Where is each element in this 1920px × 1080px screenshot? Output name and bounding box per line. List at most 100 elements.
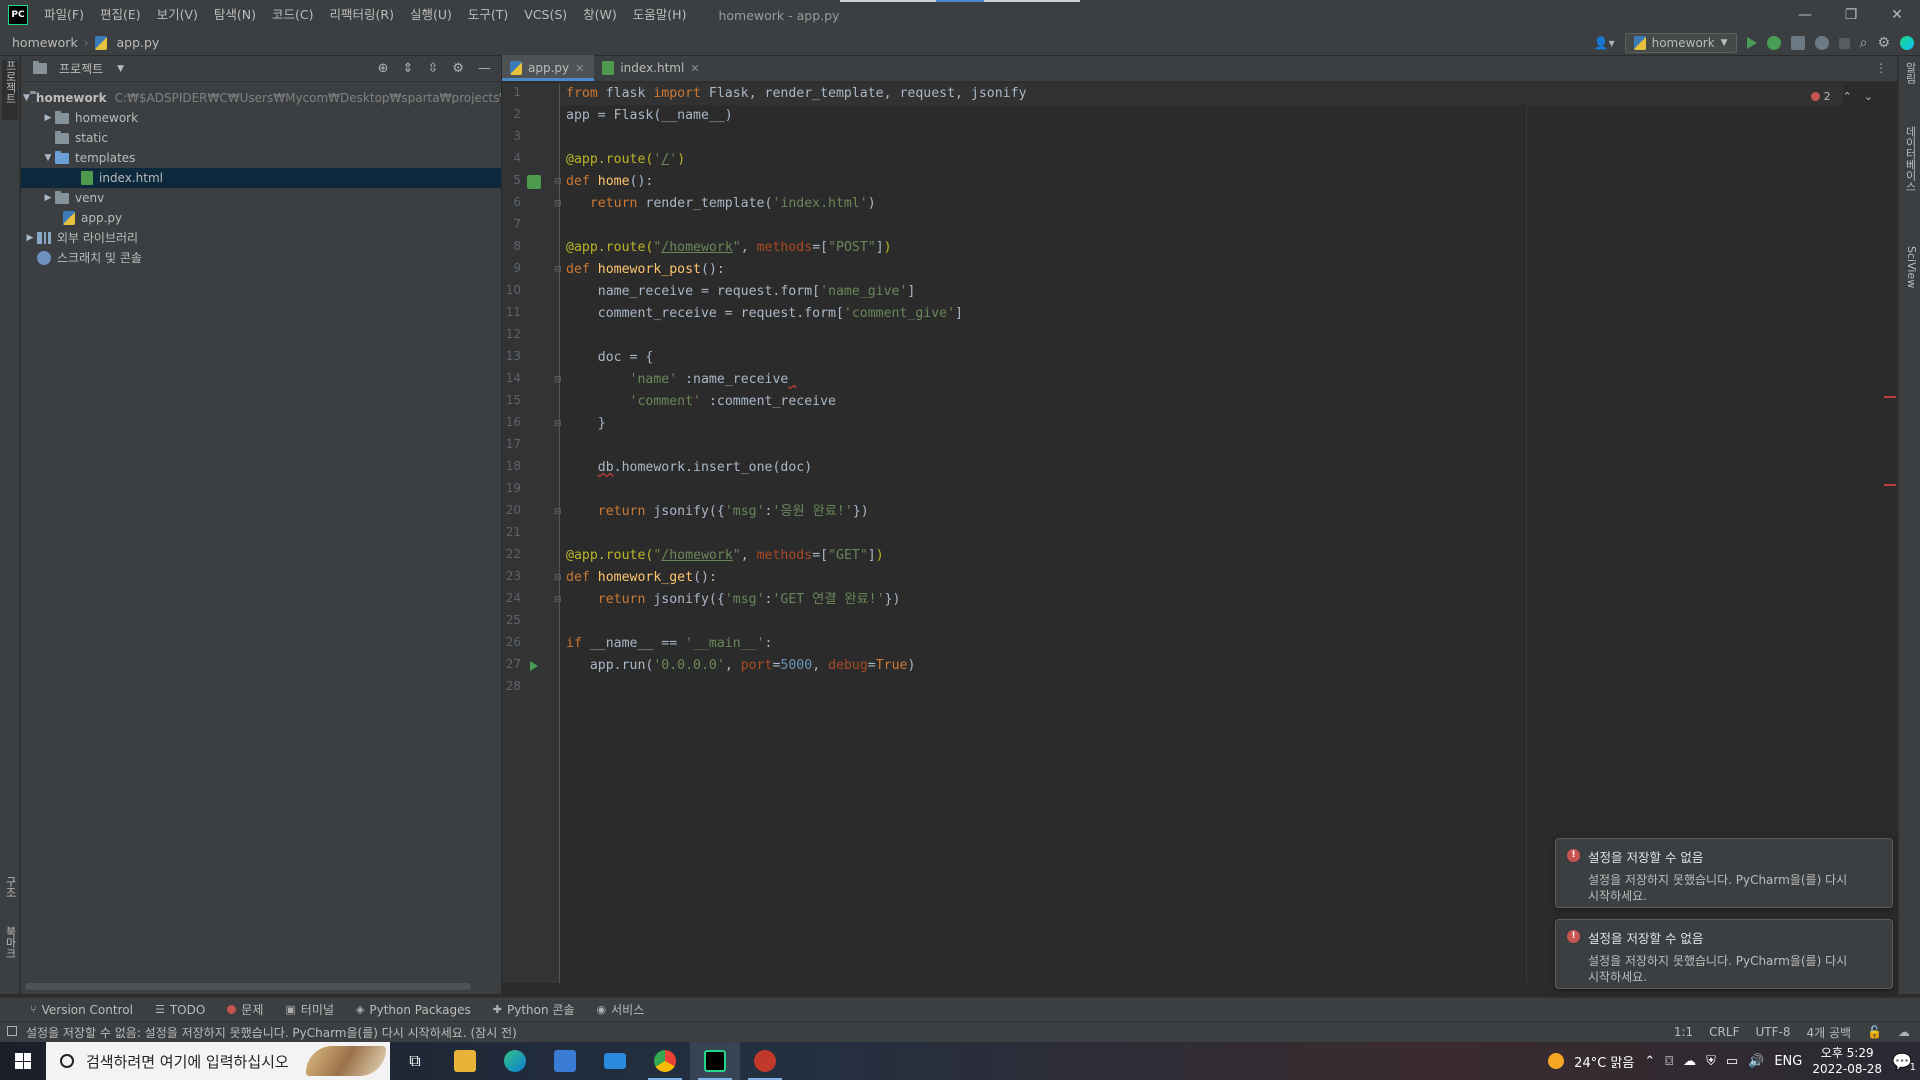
project-panel-title[interactable]: 프로젝트: [59, 60, 103, 77]
tree-item-venv[interactable]: ▶ venv: [21, 188, 501, 208]
search-icon[interactable]: ⌕: [1860, 35, 1868, 51]
weather-text[interactable]: 24°C 맑음: [1574, 1052, 1634, 1071]
menu-file[interactable]: 파일(F): [36, 0, 92, 30]
tree-item-templates[interactable]: ▼ templates: [21, 148, 501, 168]
close-icon[interactable]: ✕: [690, 62, 699, 75]
weather-sun-icon[interactable]: [1548, 1053, 1565, 1069]
run-icon[interactable]: [1746, 37, 1757, 49]
tree-item-index-html[interactable]: index.html: [21, 168, 501, 188]
action-center-button[interactable]: 💬 1: [1892, 1052, 1916, 1073]
tree-item-static[interactable]: static: [21, 128, 501, 148]
onedrive-icon[interactable]: ☁: [1683, 1054, 1696, 1069]
taskbar-chrome[interactable]: [640, 1042, 690, 1080]
run-main-gutter-icon[interactable]: [530, 661, 538, 671]
restore-button[interactable]: ❐: [1828, 0, 1874, 30]
collapse-all-icon[interactable]: ⇳: [427, 61, 438, 76]
line-separator[interactable]: CRLF: [1709, 1025, 1739, 1039]
profile-icon[interactable]: [1814, 36, 1829, 50]
notification-balloon[interactable]: ! 설정을 저장할 수 없음 설정을 저장하지 못했습니다. PyCharm을(…: [1555, 838, 1893, 908]
fold-icon[interactable]: ⊟: [554, 595, 562, 605]
menu-vcs[interactable]: VCS(S): [516, 0, 575, 30]
taskbar-pycharm[interactable]: [690, 1042, 740, 1080]
tool-services[interactable]: ◉ 서비스: [597, 1001, 645, 1018]
expanded-arrow-icon[interactable]: ▼: [41, 148, 55, 168]
horizontal-scrollbar[interactable]: [25, 983, 471, 990]
taskbar-app[interactable]: [740, 1042, 790, 1080]
gear-icon[interactable]: ⚙: [1877, 35, 1890, 51]
fold-icon[interactable]: ⊟: [554, 199, 562, 209]
taskbar-mail[interactable]: [590, 1042, 640, 1080]
tree-item-app-py[interactable]: app.py: [21, 208, 501, 228]
bookmarks-tool-tab[interactable]: 북마크: [2, 926, 18, 976]
tool-python-packages[interactable]: ◈ Python Packages: [356, 1003, 471, 1017]
jetbrains-logo-icon[interactable]: [1900, 36, 1914, 50]
fold-icon[interactable]: ⊟: [554, 265, 562, 275]
network-icon[interactable]: ▭: [1726, 1054, 1738, 1069]
minimize-button[interactable]: —: [1782, 0, 1828, 30]
expanded-arrow-icon[interactable]: ▼: [23, 88, 30, 108]
tool-todo[interactable]: ☰ TODO: [155, 1003, 205, 1017]
menu-help[interactable]: 도움말(H): [625, 0, 695, 30]
tree-item-scratches[interactable]: 스크래치 및 콘솔: [21, 248, 501, 268]
menu-code[interactable]: 코드(C): [264, 0, 321, 30]
indent-setting[interactable]: 4개 공백: [1806, 1024, 1851, 1041]
error-stripe-mark[interactable]: [1884, 396, 1896, 398]
menu-run[interactable]: 실행(U): [402, 0, 460, 30]
taskbar-clock[interactable]: 오후 5:29 2022-08-28: [1812, 1045, 1882, 1077]
tool-python-console[interactable]: ✚ Python 콘솔: [493, 1001, 575, 1018]
status-message[interactable]: 설정을 저장할 수 없음: 설정을 저장하지 못했습니다. PyCharm을(를…: [0, 1024, 517, 1041]
start-button[interactable]: [0, 1042, 46, 1080]
status-toggle-icon[interactable]: [7, 1026, 17, 1036]
input-language[interactable]: ENG: [1774, 1054, 1802, 1069]
gear-icon[interactable]: ⚙: [452, 61, 464, 76]
fold-icon[interactable]: ⊟: [554, 573, 562, 583]
tool-version-control[interactable]: ⑂ Version Control: [30, 1003, 133, 1017]
tool-problems[interactable]: 문제: [227, 1001, 263, 1018]
collapsed-arrow-icon[interactable]: ▶: [23, 228, 37, 248]
locate-icon[interactable]: ⊕: [378, 61, 389, 76]
taskbar-file-explorer[interactable]: [440, 1042, 490, 1080]
caret-position[interactable]: 1:1: [1674, 1025, 1693, 1039]
taskbar-store[interactable]: [540, 1042, 590, 1080]
error-stripe-mark[interactable]: [1884, 484, 1896, 486]
structure-tool-tab[interactable]: 구조: [2, 876, 18, 916]
tab-index-html[interactable]: index.html ✕: [594, 55, 709, 81]
fold-icon[interactable]: ⊟: [554, 177, 562, 187]
security-icon[interactable]: ⛨: [1706, 1054, 1716, 1069]
menu-tools[interactable]: 도구(T): [460, 0, 516, 30]
more-tabs-icon[interactable]: ⋮: [1875, 61, 1887, 75]
coverage-icon[interactable]: [1790, 36, 1805, 50]
project-tool-tab[interactable]: 프로젝트: [2, 60, 18, 120]
stop-icon[interactable]: [1838, 37, 1850, 49]
breadcrumb-file[interactable]: app.py: [94, 35, 159, 50]
database-tool-tab[interactable]: 데이터베이스: [1902, 126, 1918, 236]
expand-all-icon[interactable]: ⇕: [403, 61, 414, 76]
menu-view[interactable]: 보기(V): [149, 0, 206, 30]
task-view-button[interactable]: ⧉: [390, 1042, 440, 1080]
tool-terminal[interactable]: ▣ 터미널: [285, 1001, 334, 1018]
collapsed-arrow-icon[interactable]: ▶: [41, 108, 55, 128]
close-window-button[interactable]: ✕: [1874, 0, 1920, 30]
file-encoding[interactable]: UTF-8: [1755, 1025, 1790, 1039]
chevron-down-icon[interactable]: ⌄: [1864, 90, 1873, 103]
menu-refactor[interactable]: 리팩터링(R): [322, 0, 402, 30]
menu-edit[interactable]: 편집(E): [92, 0, 149, 30]
taskbar-search-input[interactable]: 검색하려면 여기에 입력하십시오: [46, 1042, 390, 1080]
chevron-down-icon[interactable]: ▼: [117, 64, 124, 74]
event-log-icon[interactable]: ☁: [1898, 1025, 1910, 1039]
tab-app-py[interactable]: app.py ✕: [502, 55, 595, 81]
tree-item-homework[interactable]: ▶ homework: [21, 108, 501, 128]
volume-icon[interactable]: 🔊: [1748, 1054, 1764, 1069]
fold-icon[interactable]: ⊟: [554, 507, 562, 517]
run-config-selector[interactable]: homework ▼: [1624, 33, 1737, 53]
tree-item-root[interactable]: ▼ homework C:₩$ADSPIDER₩C₩Users₩Mycom₩De…: [21, 88, 501, 108]
vcs-user-icon[interactable]: 👤▾: [1594, 36, 1615, 50]
fold-icon[interactable]: ⊟: [554, 375, 562, 385]
sciview-tool-tab[interactable]: SciView: [1902, 246, 1918, 316]
chevron-up-icon[interactable]: ⌃: [1843, 90, 1852, 103]
meet-now-icon[interactable]: ⌼: [1665, 1054, 1673, 1069]
tree-item-external-libraries[interactable]: ▶ 외부 라이브러리: [21, 228, 501, 248]
lock-icon[interactable]: 🔓: [1867, 1025, 1882, 1039]
taskbar-edge[interactable]: [490, 1042, 540, 1080]
collapsed-arrow-icon[interactable]: ▶: [41, 188, 55, 208]
